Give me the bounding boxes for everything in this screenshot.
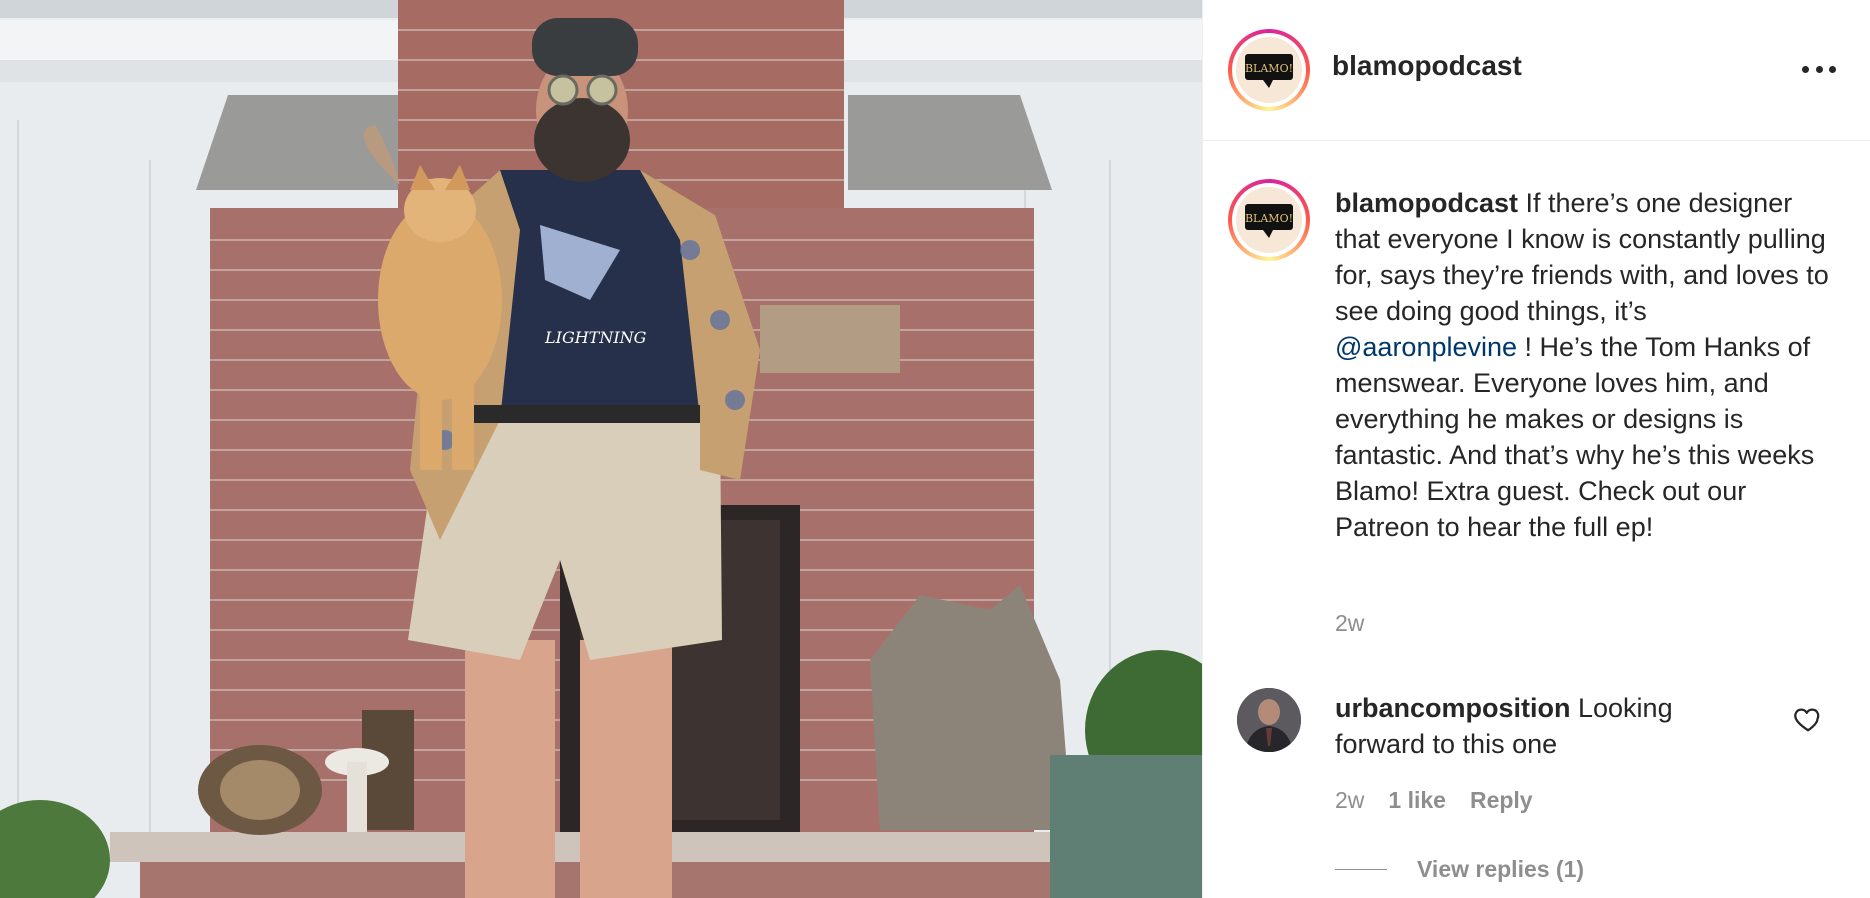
heart-icon[interactable]: [1793, 704, 1823, 734]
avatar-logo-text: BLAMO!: [1245, 62, 1293, 75]
avatar-logo-text: BLAMO!: [1245, 212, 1293, 225]
view-replies-label: View replies (1): [1417, 856, 1585, 882]
comment-avatar[interactable]: [1237, 688, 1301, 752]
blamo-logo-icon: BLAMO!: [1245, 54, 1293, 88]
blamo-logo-icon: BLAMO!: [1245, 204, 1293, 238]
avatar[interactable]: BLAMO!: [1228, 29, 1310, 111]
commenter-avatar-image: [1237, 688, 1301, 752]
view-replies-button[interactable]: View replies (1): [1335, 856, 1584, 883]
comment-meta: 2w 1 like Reply: [1335, 787, 1533, 814]
more-dot: [1815, 65, 1823, 73]
more-dot: [1829, 65, 1836, 73]
caption-body-end: ! He’s the Tom Hanks of menswear. Everyo…: [1335, 332, 1815, 542]
post-photo-image: LIGHTNING: [0, 0, 1202, 898]
more-dot: [1802, 65, 1809, 73]
caption-mention-link[interactable]: @aaronplevine: [1335, 332, 1517, 362]
caption-text: blamopodcast If there’s one designer tha…: [1335, 185, 1835, 545]
post-author-username[interactable]: blamopodcast: [1332, 50, 1522, 82]
comment-username[interactable]: urbancomposition: [1335, 693, 1571, 723]
comment-timestamp[interactable]: 2w: [1335, 787, 1364, 814]
comment-likes-count[interactable]: 1 like: [1388, 787, 1446, 814]
post-photo[interactable]: LIGHTNING: [0, 0, 1202, 898]
tshirt-text: LIGHTNING: [544, 328, 647, 347]
post-detail-panel: BLAMO! blamopodcast BLAMO! blamopodcast …: [1202, 0, 1870, 898]
caption-avatar[interactable]: BLAMO!: [1228, 179, 1310, 261]
post-header: BLAMO! blamopodcast: [1203, 0, 1870, 141]
reply-button[interactable]: Reply: [1470, 787, 1533, 814]
more-options-icon[interactable]: [1802, 56, 1836, 82]
comment-text: urbancomposition Looking forward to this…: [1335, 690, 1755, 762]
caption-username[interactable]: blamopodcast: [1335, 188, 1518, 218]
replies-divider: [1335, 869, 1387, 870]
caption-timestamp[interactable]: 2w: [1335, 610, 1364, 637]
